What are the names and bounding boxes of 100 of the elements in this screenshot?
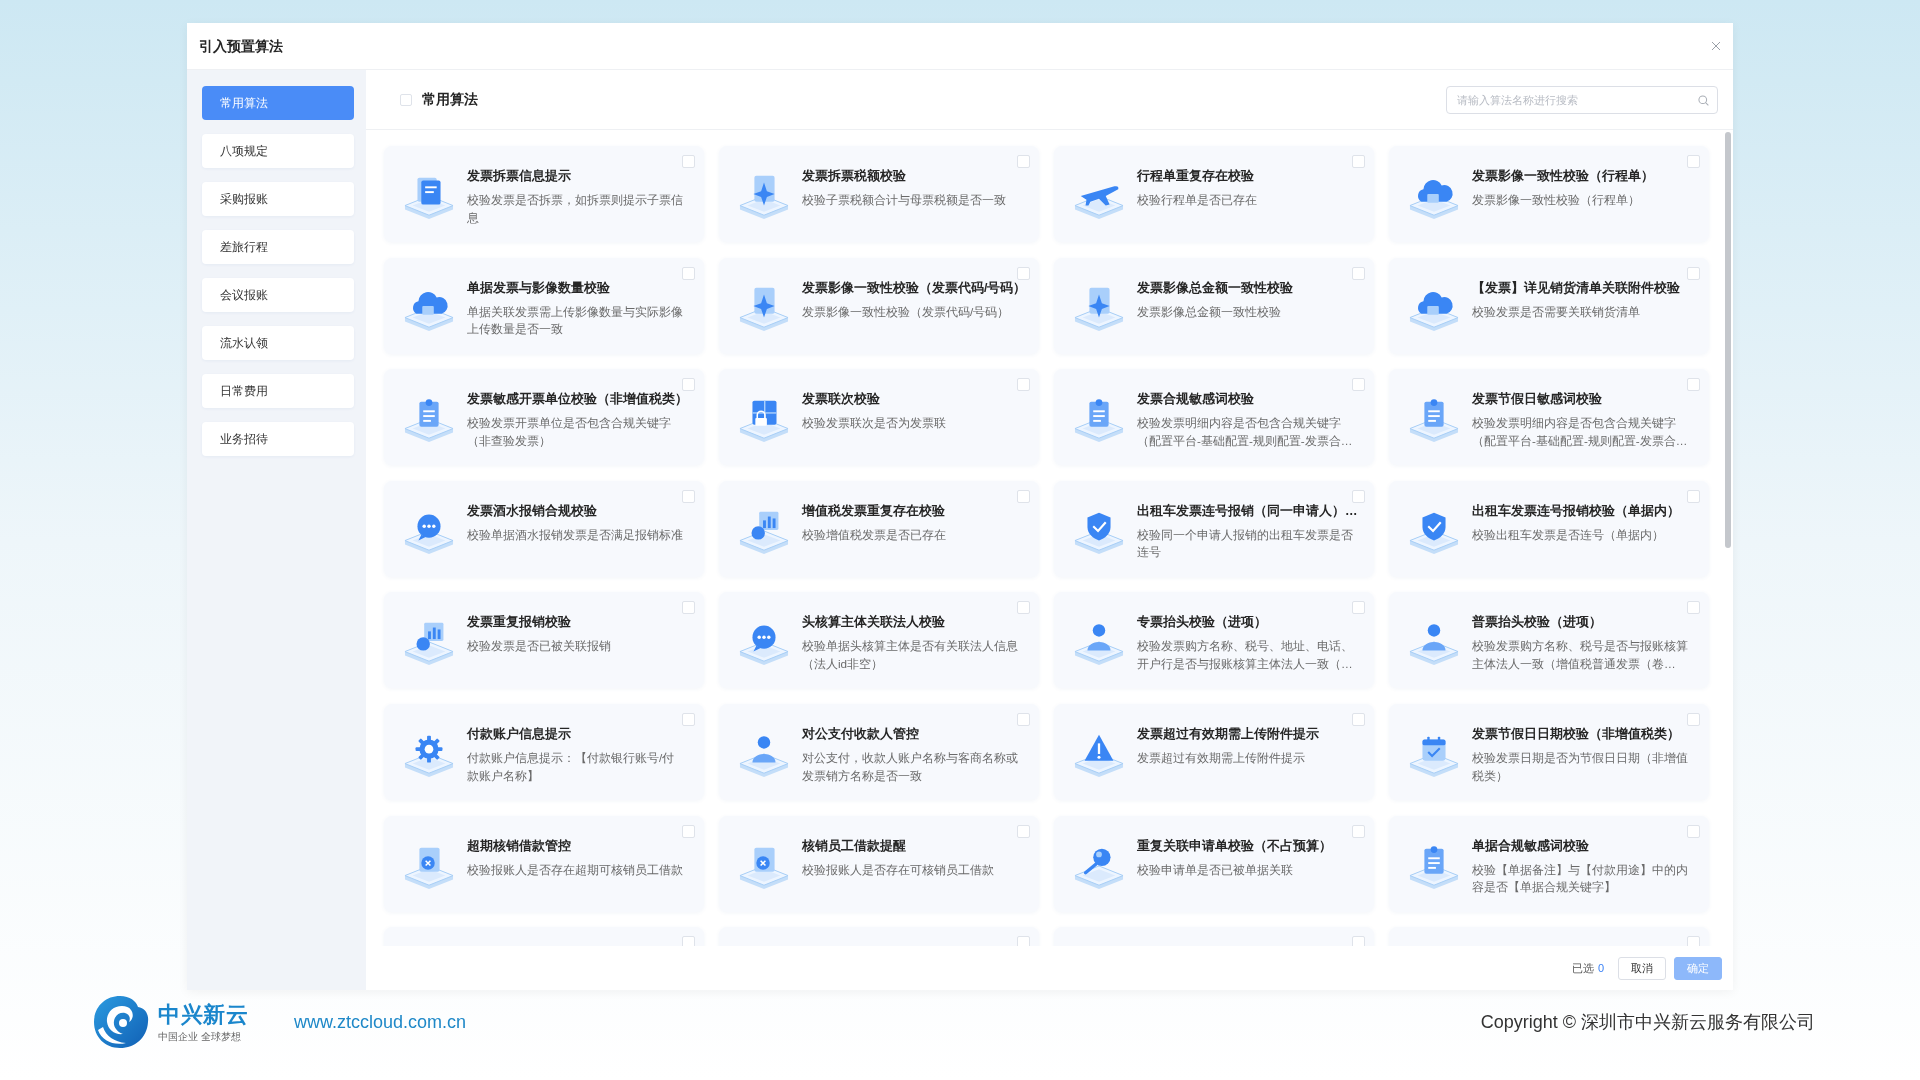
checkbox[interactable] bbox=[682, 266, 695, 280]
checkbox[interactable] bbox=[1352, 378, 1365, 392]
card-title: 发票联次校验 bbox=[802, 391, 880, 409]
checkbox[interactable] bbox=[1352, 601, 1365, 615]
algorithm-card[interactable]: 发票超过有效期需上传附件提示 发票超过有效期需上传附件提示 bbox=[1054, 703, 1374, 800]
algorithm-card[interactable]: 头核算主体关联法人校验 校验单据头核算主体是否有关联法人信息（法人id非空） bbox=[719, 592, 1039, 689]
checkbox[interactable] bbox=[1352, 824, 1365, 838]
checkbox[interactable] bbox=[682, 378, 695, 392]
section-title: 常用算法 bbox=[422, 90, 478, 109]
card-title: 【发票】详见销货清单关联附件校验 bbox=[1472, 279, 1680, 297]
algorithm-card[interactable]: 行程单重复存在校验 校验行程单是否已存在 bbox=[1054, 146, 1374, 242]
checkbox[interactable] bbox=[1687, 266, 1700, 280]
brand-slogan: 中国企业 全球梦想 bbox=[158, 1030, 241, 1043]
checkbox[interactable] bbox=[1017, 936, 1030, 946]
checkbox[interactable] bbox=[1352, 936, 1365, 946]
card-title: 发票酒水报销合规校验 bbox=[467, 502, 597, 520]
card-description: 校验单据酒水报销发票是否满足报销标准 bbox=[467, 526, 683, 543]
sidebar-item[interactable]: 八项规定 bbox=[202, 134, 354, 168]
checkbox[interactable] bbox=[1352, 712, 1365, 726]
sidebar-item[interactable]: 业务招待 bbox=[202, 422, 354, 456]
card-title: 付款账户信息提示 bbox=[467, 725, 571, 743]
algorithm-card[interactable]: 出租车发票连号报销校验（单据内） 校验出租车发票是否连号（单据内） bbox=[1389, 480, 1709, 577]
algorithm-card[interactable]: 付款账户信息提示 付款账户信息提示：【付款银行账号/付款账户名称】 bbox=[384, 703, 704, 800]
card-title: 单据合规敏感词校验 bbox=[1472, 837, 1589, 855]
algorithm-card[interactable]: 发票重复报销校验 校验发票是否已被关联报销 bbox=[384, 592, 704, 689]
checkbox[interactable] bbox=[1017, 155, 1030, 168]
sidebar-item[interactable]: 日常费用 bbox=[202, 374, 354, 408]
checkbox[interactable] bbox=[682, 712, 695, 726]
card-title: 发票影像总金额一致性校验 bbox=[1137, 279, 1293, 297]
search-field[interactable]: 请输入算法名称进行搜索 bbox=[1446, 85, 1718, 114]
checkbox[interactable] bbox=[1017, 378, 1030, 392]
checkbox[interactable] bbox=[400, 93, 412, 106]
algorithm-card[interactable]: 发票节假日日期校验（非增值税类） 校验发票日期是否为节假日日期（非增值税类） bbox=[1389, 703, 1709, 800]
close-icon[interactable] bbox=[1711, 41, 1721, 51]
sidebar-item[interactable]: 差旅行程 bbox=[202, 230, 354, 264]
algorithm-card[interactable]: 重复关联申请单校验（不占预算） 校验申请单是否已被单据关联 bbox=[1054, 815, 1374, 912]
algorithm-card[interactable]: 专票抬头校验（进项） 校验发票购方名称、税号、地址、电话、开户行是否与报账核算主体法人一致（… bbox=[1054, 592, 1374, 689]
algorithm-card[interactable]: 发票拆票信息提示 校验发票是否拆票，如拆票则提示子票信息 bbox=[384, 146, 704, 242]
algorithm-card[interactable]: 【发票】详见销货清单关联附件校验 校验发票是否需要关联销货清单 bbox=[1389, 257, 1709, 354]
checkbox[interactable] bbox=[1687, 601, 1700, 615]
algorithm-card[interactable]: 出租车发票连号报销（同一申请人）… 校验同一个申请人报销的出租车发票是否连号 bbox=[1054, 480, 1374, 577]
algorithm-card[interactable]: 发票合规敏感词校验 校验发票明细内容是否包含合规关键字（配置平台-基础配置-规则配置-发票合… bbox=[1054, 369, 1374, 466]
cancel-button[interactable]: 取消 bbox=[1618, 956, 1666, 980]
algorithm-card[interactable]: 发票酒水报销合规校验 校验单据酒水报销发票是否满足报销标准 bbox=[384, 480, 704, 577]
algorithm-card[interactable]: 发票影像一致性校验（发票代码/号码） 发票影像一致性校验（发票代码/号码） bbox=[719, 257, 1039, 354]
algorithm-card[interactable]: 发票节假日敏感词校验 校验发票明细内容是否包含合规关键字（配置平台-基础配置-规则配置-发票合… bbox=[1389, 369, 1709, 466]
scrollbar-thumb[interactable] bbox=[1725, 132, 1731, 548]
algorithm-card[interactable]: 增值税发票重复存在校验 校验增值税发票是否已存在 bbox=[719, 480, 1039, 577]
checkbox[interactable] bbox=[1687, 936, 1700, 946]
algorithm-card[interactable]: 对公支付收款人管控 对公支付，收款人账户名称与客商名称或发票销方名称是否一致 bbox=[719, 703, 1039, 800]
sidebar-item[interactable]: 采购报账 bbox=[202, 182, 354, 216]
swirl-logo-icon bbox=[92, 994, 150, 1050]
card-description: 校验【单据备注】与【付款用途】中的内容是否【单据合规关键字】 bbox=[1472, 861, 1689, 896]
checkbox[interactable] bbox=[1687, 824, 1700, 838]
card-description: 校验报账人是否存在超期可核销员工借款 bbox=[467, 861, 683, 878]
card-title: 超期核销借款管控 bbox=[467, 837, 571, 855]
algorithm-card[interactable]: 发票影像一致性校验（行程单） 发票影像一致性校验（行程单） bbox=[1389, 146, 1709, 242]
algorithm-card[interactable]: 单据发票与影像数量校验 单据关联发票需上传影像数量与实际影像上传数量是否一致 bbox=[384, 257, 704, 354]
card-title: 发票节假日敏感词校验 bbox=[1472, 391, 1602, 409]
algorithm-card[interactable]: 发票影像总金额一致性校验 发票影像总金额一致性校验 bbox=[1054, 257, 1374, 354]
checkbox[interactable] bbox=[1687, 155, 1700, 168]
algorithm-card[interactable]: 普票抬头校验（进项） 校验发票购方名称、税号是否与报账核算主体法人一致（增值税普通发票（卷… bbox=[1389, 592, 1709, 689]
checkbox[interactable] bbox=[1352, 266, 1365, 280]
checkbox[interactable] bbox=[682, 824, 695, 838]
card-title: 发票拆票税额校验 bbox=[802, 168, 906, 185]
checkbox[interactable] bbox=[1352, 489, 1365, 503]
checkbox[interactable] bbox=[1687, 489, 1700, 503]
checkbox[interactable] bbox=[682, 489, 695, 503]
brand-name: 中兴新云 bbox=[158, 1001, 248, 1028]
checkbox[interactable] bbox=[1687, 378, 1700, 392]
checkbox[interactable] bbox=[1017, 824, 1030, 838]
checkbox[interactable] bbox=[1352, 155, 1365, 168]
algorithm-card[interactable]: 发票联次校验 校验发票联次是否为发票联 bbox=[719, 369, 1039, 466]
sidebar-item[interactable]: 会议报账 bbox=[202, 278, 354, 312]
search-icon[interactable] bbox=[1698, 94, 1709, 106]
checkbox[interactable] bbox=[1017, 489, 1030, 503]
card-description: 校验发票购方名称、税号、地址、电话、开户行是否与报账核算主体法人一致（… bbox=[1137, 638, 1354, 672]
checkbox[interactable] bbox=[682, 155, 695, 168]
sidebar-item[interactable]: 流水认领 bbox=[202, 326, 354, 360]
card-description: 发票影像一致性校验（发票代码/号码） bbox=[802, 303, 1010, 320]
algorithm-card[interactable]: 超期核销借款管控 校验报账人是否存在超期可核销员工借款 bbox=[384, 815, 704, 912]
checkbox[interactable] bbox=[1017, 601, 1030, 615]
card-title: 行程单重复存在校验 bbox=[1137, 168, 1254, 185]
algorithm-card[interactable]: 发票敏感开票单位校验（非增值税类） 校验发票开票单位是否包含合规关键字（非查验发票） bbox=[384, 369, 704, 466]
card-title: 对公支付收款人管控 bbox=[802, 725, 919, 743]
copyright-text: Copyright © 深圳市中兴新云服务有限公司 bbox=[1480, 1010, 1815, 1034]
checkbox[interactable] bbox=[1017, 712, 1030, 726]
algorithm-card[interactable]: 核销员工借款提醒 校验报账人是否存在可核销员工借款 bbox=[719, 815, 1039, 912]
card-title: 发票超过有效期需上传附件提示 bbox=[1137, 725, 1319, 743]
card-title: 核销员工借款提醒 bbox=[802, 837, 906, 855]
checkbox[interactable] bbox=[1017, 266, 1030, 280]
card-title: 单据发票与影像数量校验 bbox=[467, 279, 610, 297]
algorithm-card[interactable]: 单据合规敏感词校验 校验【单据备注】与【付款用途】中的内容是否【单据合规关键字】 bbox=[1389, 815, 1709, 912]
checkbox[interactable] bbox=[682, 601, 695, 615]
checkbox[interactable] bbox=[1687, 712, 1700, 726]
card-description: 校验报账人是否存在可核销员工借款 bbox=[802, 861, 994, 878]
algorithm-card[interactable]: 发票拆票税额校验 校验子票税额合计与母票税额是否一致 bbox=[719, 146, 1039, 242]
card-title: 发票合规敏感词校验 bbox=[1137, 391, 1254, 409]
website-link[interactable]: www.ztccloud.com.cn bbox=[294, 1008, 467, 1036]
checkbox[interactable] bbox=[682, 936, 695, 946]
